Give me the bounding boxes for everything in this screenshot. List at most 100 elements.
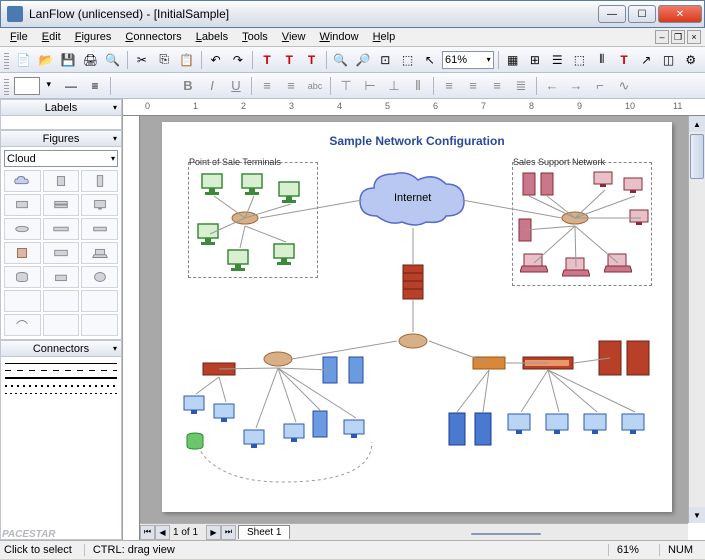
line-style-button[interactable]: —	[60, 75, 82, 97]
save-button[interactable]: 💾	[58, 49, 78, 71]
workstation-icon[interactable]	[622, 176, 648, 196]
line-route-button[interactable]: ⌐	[589, 75, 611, 97]
last-page-button[interactable]: ⏭	[221, 525, 236, 540]
first-page-button[interactable]: ⏮	[140, 525, 155, 540]
open-button[interactable]: 📂	[36, 49, 56, 71]
pan-button[interactable]: ↖	[420, 49, 440, 71]
connector-heavy[interactable]	[5, 377, 117, 379]
zoom-out-button[interactable]: 🔎	[353, 49, 373, 71]
arrow-end-button[interactable]: →	[565, 75, 587, 97]
router-icon[interactable]	[560, 210, 590, 226]
text-top-button[interactable]: ⊤	[335, 75, 357, 97]
figure-hub[interactable]	[81, 218, 118, 240]
server-tower-icon[interactable]	[540, 172, 554, 196]
figure-server[interactable]	[43, 170, 80, 192]
copy-button[interactable]: ⎘	[154, 49, 174, 71]
line-weight-button[interactable]: ≡	[84, 75, 106, 97]
underline-button[interactable]: U	[225, 75, 247, 97]
menu-figures[interactable]: Figures	[69, 29, 118, 45]
figure-database[interactable]	[4, 266, 41, 288]
workstation-icon[interactable]	[628, 208, 654, 228]
pos-terminal-icon[interactable]	[240, 172, 268, 196]
figure-switch[interactable]	[43, 218, 80, 240]
arrow-start-button[interactable]: ←	[541, 75, 563, 97]
mdi-restore-button[interactable]: ❐	[671, 30, 685, 44]
switch-icon[interactable]	[202, 362, 236, 376]
print-button[interactable]: 🖨	[80, 49, 100, 71]
ruler-horizontal[interactable]: 0 1 2 3 4 5 6 7 8 9 10 11	[123, 99, 705, 116]
laptop-icon[interactable]	[520, 252, 548, 274]
next-page-button[interactable]: ▶	[206, 525, 221, 540]
connector-fine-dot[interactable]	[5, 393, 117, 394]
zoom-in-button[interactable]: 🔍	[331, 49, 351, 71]
menu-window[interactable]: Window	[313, 29, 364, 45]
pos-terminal-icon[interactable]	[277, 180, 305, 204]
figure-category-select[interactable]: Cloud▾	[4, 150, 118, 167]
prev-page-button[interactable]: ◀	[155, 525, 170, 540]
router-icon[interactable]	[230, 210, 260, 226]
workstation-icon[interactable]	[342, 418, 370, 442]
server-tower-icon[interactable]	[518, 218, 532, 242]
diagram-page[interactable]: Sample Network Configuration Point of Sa…	[162, 122, 672, 512]
server-tower-icon[interactable]	[312, 410, 328, 438]
zoom-combo[interactable]: 61%▾	[442, 51, 494, 69]
figure-laptop[interactable]	[81, 242, 118, 264]
maximize-button[interactable]: ☐	[628, 5, 656, 23]
label-tool-button[interactable]: T	[614, 49, 634, 71]
group-button[interactable]: ⬚	[569, 49, 589, 71]
router-icon[interactable]	[397, 332, 429, 350]
connector-tool-button[interactable]: ↗	[636, 49, 656, 71]
align-center-button[interactable]: ≡	[280, 75, 302, 97]
server-tower-icon[interactable]	[348, 356, 364, 384]
labels-panel-header[interactable]: Labels	[0, 99, 122, 116]
laptop-icon[interactable]	[604, 252, 632, 274]
mdi-minimize-button[interactable]: –	[655, 30, 669, 44]
italic-button[interactable]: I	[201, 75, 223, 97]
workstation-icon[interactable]	[620, 412, 650, 438]
figure-bridge[interactable]	[43, 314, 80, 336]
figure-modem[interactable]	[43, 242, 80, 264]
figure-tool-button[interactable]: ◫	[658, 49, 678, 71]
server-tower-icon[interactable]	[522, 172, 536, 196]
text-bottom-button[interactable]: ⊥	[383, 75, 405, 97]
properties-button[interactable]: ⚙	[681, 49, 701, 71]
horizontal-scrollbar[interactable]: ⏮ ◀ 1 of 1 ▶ ⏭ Sheet 1	[140, 523, 688, 540]
workstation-icon[interactable]	[282, 422, 310, 446]
figure-pda[interactable]	[43, 290, 80, 312]
figure-cloud[interactable]	[4, 170, 41, 192]
server-tower-icon[interactable]	[322, 356, 338, 384]
figure-phone[interactable]	[4, 290, 41, 312]
server-rack-icon[interactable]	[626, 340, 650, 376]
scroll-down-button[interactable]: ▼	[689, 507, 705, 523]
text-attach-button[interactable]: T	[301, 49, 321, 71]
justify-center-button[interactable]: ≡	[462, 75, 484, 97]
connector-dotted[interactable]	[5, 385, 117, 387]
justify-right-button[interactable]: ≡	[486, 75, 508, 97]
curve-button[interactable]: ∿	[613, 75, 635, 97]
connector-solid[interactable]	[5, 363, 117, 364]
figures-panel-header[interactable]: Figures	[0, 130, 122, 147]
toolbar-grip[interactable]	[4, 51, 9, 69]
firewall-icon[interactable]	[402, 264, 424, 300]
menu-edit[interactable]: Edit	[36, 29, 67, 45]
justify-full-button[interactable]: ≣	[510, 75, 532, 97]
scroll-up-button[interactable]: ▲	[689, 116, 705, 132]
cut-button[interactable]: ✂	[132, 49, 152, 71]
redo-button[interactable]: ↷	[228, 49, 248, 71]
scroll-thumb[interactable]	[471, 533, 541, 535]
cloud-label[interactable]: Internet	[394, 192, 431, 204]
grid-button[interactable]: ▦	[503, 49, 523, 71]
workstation-icon[interactable]	[544, 412, 574, 438]
paste-button[interactable]: 📋	[176, 49, 196, 71]
toolbar-grip[interactable]	[4, 77, 9, 95]
workstation-icon[interactable]	[592, 170, 618, 190]
preview-button[interactable]: 🔍	[103, 49, 123, 71]
figure-desktop[interactable]	[4, 194, 41, 216]
laptop-icon[interactable]	[562, 256, 590, 278]
align-left-button[interactable]: ≡	[256, 75, 278, 97]
text-style-button[interactable]: T	[279, 49, 299, 71]
undo-button[interactable]: ↶	[206, 49, 226, 71]
close-button[interactable]: ✕	[658, 5, 702, 23]
menu-view[interactable]: View	[276, 29, 312, 45]
figure-disk[interactable]	[81, 266, 118, 288]
